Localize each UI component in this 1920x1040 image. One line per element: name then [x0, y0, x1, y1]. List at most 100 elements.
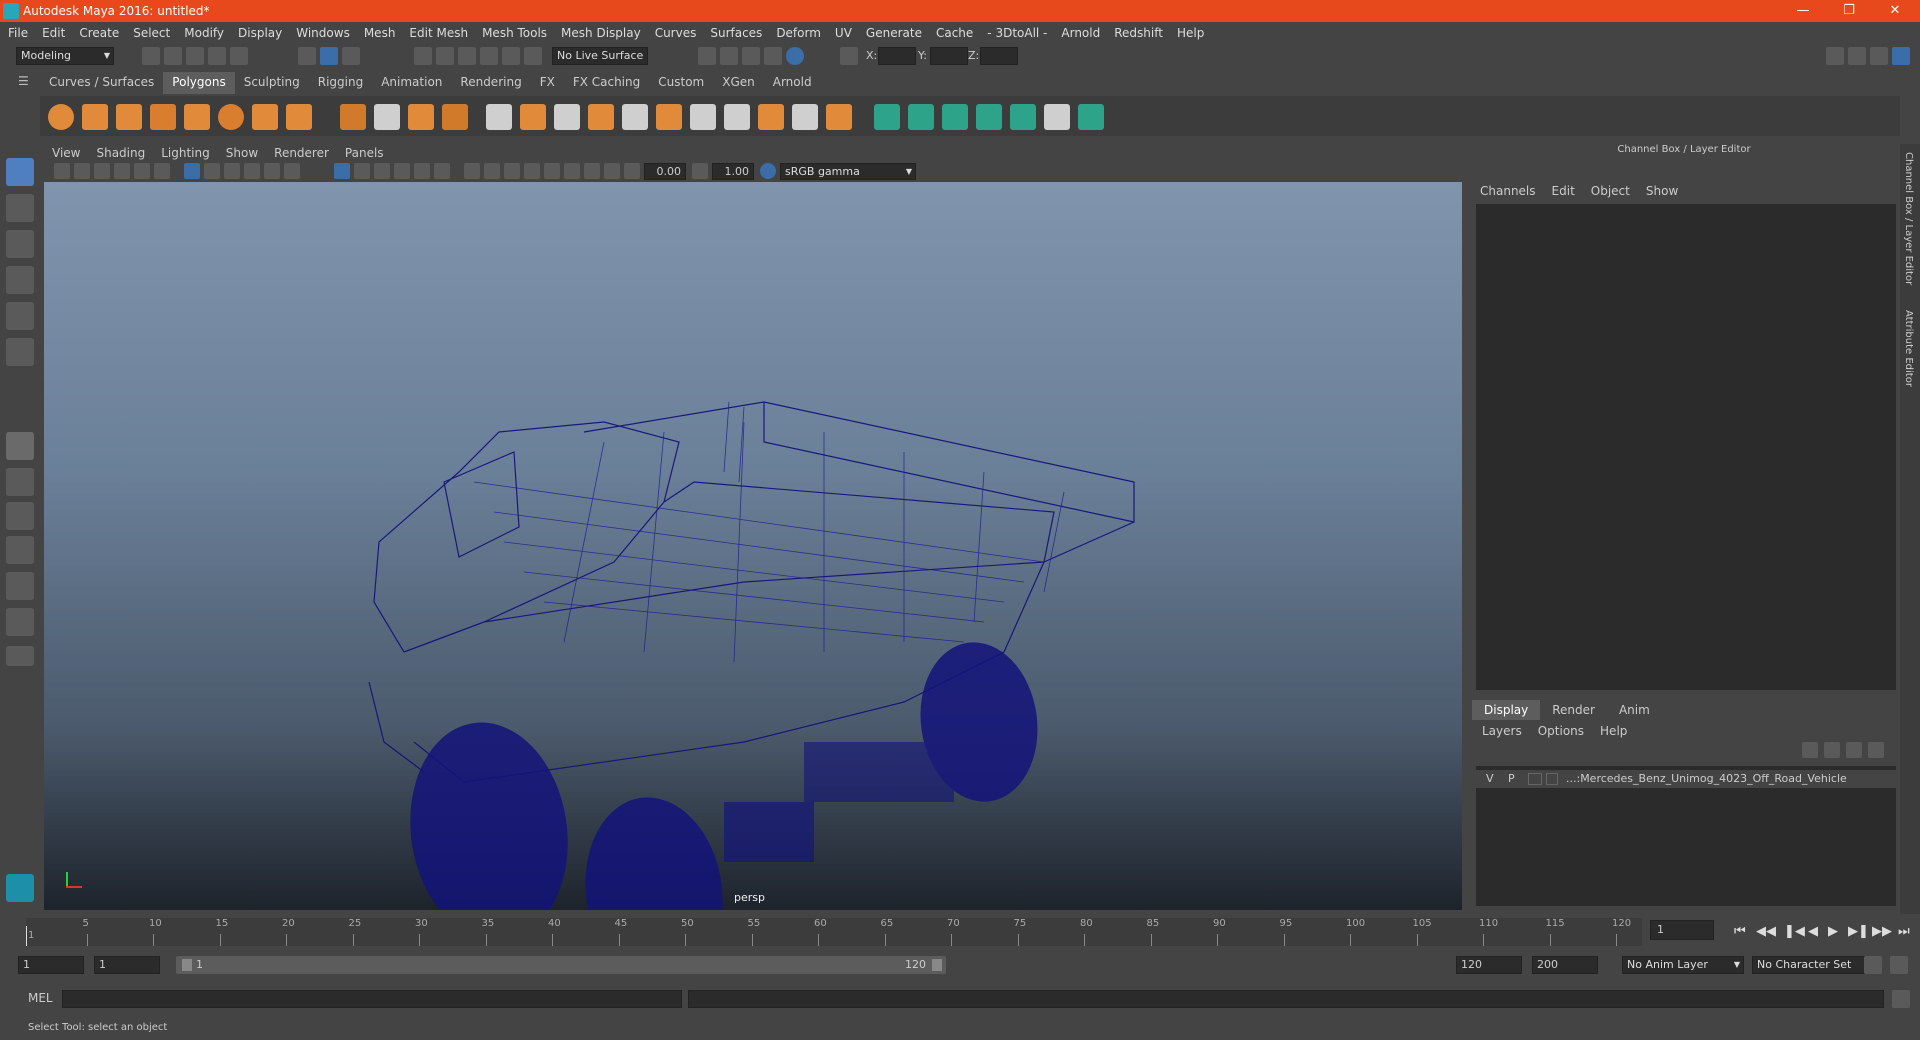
save-scene-icon[interactable]	[186, 47, 204, 65]
merge-icon[interactable]	[826, 104, 852, 130]
fill-hole-icon[interactable]	[792, 104, 818, 130]
render-frame-icon[interactable]	[720, 47, 738, 65]
extract-icon[interactable]	[520, 104, 546, 130]
gamma-field[interactable]: 1.00	[712, 163, 754, 180]
offset-edge-loop-icon[interactable]	[724, 104, 750, 130]
move-layer-up-icon[interactable]	[1802, 742, 1818, 758]
use-all-lights-icon[interactable]	[414, 163, 430, 179]
uv-editor-icon[interactable]	[1010, 104, 1036, 130]
attribute-editor-toggle-icon[interactable]	[1848, 47, 1866, 65]
mode-dropdown[interactable]: Modeling ▼	[16, 47, 114, 65]
snap-point-icon[interactable]	[458, 47, 476, 65]
layout-options-icon[interactable]	[6, 646, 34, 666]
layer-menu-layers[interactable]: Layers	[1482, 724, 1522, 738]
menu-redshift[interactable]: Redshift	[1114, 26, 1163, 40]
menu-modify[interactable]: Modify	[184, 26, 224, 40]
shelf-tab-rendering[interactable]: Rendering	[451, 72, 530, 94]
screen-space-ao-icon[interactable]	[464, 163, 480, 179]
menu-select[interactable]: Select	[133, 26, 170, 40]
layer-name[interactable]: ...:Mercedes_Benz_Unimog_4023_Off_Road_V…	[1566, 770, 1847, 788]
spherical-mapping-icon[interactable]	[942, 104, 968, 130]
film-gate-icon[interactable]	[204, 163, 220, 179]
layer-visibility-toggle[interactable]: V	[1486, 770, 1494, 788]
hypershade-icon[interactable]	[786, 47, 804, 65]
layer-tab-anim[interactable]: Anim	[1607, 700, 1662, 720]
select-hierarchy-icon[interactable]	[298, 47, 316, 65]
exposure-icon[interactable]	[624, 163, 640, 179]
move-layer-down-icon[interactable]	[1824, 742, 1840, 758]
step-forward-frame-icon[interactable]: ▶❚	[1848, 924, 1869, 939]
layer-tab-display[interactable]: Display	[1472, 700, 1541, 720]
layer-playback-toggle[interactable]: P	[1508, 770, 1515, 788]
viewport-menu-view[interactable]: View	[52, 146, 80, 160]
exposure-field[interactable]: 0.00	[644, 163, 686, 180]
step-back-frame-icon[interactable]: ❚◀	[1784, 924, 1805, 939]
live-surface-field[interactable]: No Live Surface	[552, 47, 648, 65]
menu-3dtoall[interactable]: - 3DtoAll -	[987, 26, 1047, 40]
snap-view-icon[interactable]	[480, 47, 498, 65]
menu-windows[interactable]: Windows	[296, 26, 350, 40]
four-view-layout-icon[interactable]	[6, 468, 34, 496]
channel-box-toggle-icon[interactable]	[1892, 47, 1910, 65]
field-chart-icon[interactable]	[264, 163, 280, 179]
character-set-dropdown[interactable]: No Character Set▼	[1752, 956, 1874, 974]
persp-outliner-layout-icon[interactable]	[6, 502, 34, 530]
snap-curve-icon[interactable]	[436, 47, 454, 65]
boolean-icon[interactable]	[442, 104, 468, 130]
menu-uv[interactable]: UV	[835, 26, 852, 40]
wireframe-on-shaded-icon[interactable]	[374, 163, 390, 179]
redo-icon[interactable]	[230, 47, 248, 65]
channel-box-menu-show[interactable]: Show	[1646, 184, 1678, 198]
z-field[interactable]	[980, 47, 1018, 65]
cut-uv-icon[interactable]	[1078, 104, 1104, 130]
anim-layer-dropdown[interactable]: No Anim Layer ▼	[1622, 956, 1744, 974]
viewport-menu-panels[interactable]: Panels	[345, 146, 384, 160]
step-back-key-icon[interactable]: ◀◀	[1756, 924, 1776, 939]
channel-box-menu-object[interactable]: Object	[1591, 184, 1630, 198]
render-view-icon[interactable]	[698, 47, 716, 65]
y-field[interactable]	[930, 47, 968, 65]
grease-pencil-icon[interactable]	[154, 163, 170, 179]
menu-arnold[interactable]: Arnold	[1061, 26, 1100, 40]
shelf-tab-fx-caching[interactable]: FX Caching	[564, 72, 649, 94]
persp-hypershade-layout-icon[interactable]	[6, 572, 34, 600]
menu-mesh[interactable]: Mesh	[364, 26, 396, 40]
checker-map-icon[interactable]	[1044, 104, 1070, 130]
shelf-menu-icon[interactable]: ☰	[18, 74, 32, 88]
viewport-menu-renderer[interactable]: Renderer	[274, 146, 329, 160]
poly-torus-icon[interactable]	[218, 104, 244, 130]
range-slider[interactable]: 1 120	[176, 956, 946, 974]
smooth-icon[interactable]	[408, 104, 434, 130]
viewport-menu-lighting[interactable]: Lighting	[161, 146, 210, 160]
bevel-icon[interactable]	[656, 104, 682, 130]
channel-box-menu-edit[interactable]: Edit	[1552, 184, 1575, 198]
poly-cone-icon[interactable]	[150, 104, 176, 130]
view-transform-dropdown[interactable]: sRGB gamma ▼	[780, 163, 916, 180]
command-language-label[interactable]: MEL	[28, 991, 53, 1005]
step-forward-key-icon[interactable]: ▶▶	[1872, 924, 1892, 939]
bookmark-icon[interactable]	[94, 163, 110, 179]
layer-row[interactable]: V P ...:Mercedes_Benz_Unimog_4023_Off_Ro…	[1476, 770, 1896, 788]
time-slider[interactable]: 1 5 10 15 20 25 30 35 40 45 50 55 60 65 70 75 80 85 90 95 1…	[26, 918, 1642, 946]
menu-edit-mesh[interactable]: Edit Mesh	[409, 26, 468, 40]
append-polygon-icon[interactable]	[758, 104, 784, 130]
poly-plane-icon[interactable]	[184, 104, 210, 130]
menu-create[interactable]: Create	[79, 26, 119, 40]
xray-icon[interactable]	[564, 163, 580, 179]
menu-curves[interactable]: Curves	[655, 26, 697, 40]
cylindrical-mapping-icon[interactable]	[908, 104, 934, 130]
viewport-menu-show[interactable]: Show	[226, 146, 258, 160]
current-time-indicator[interactable]	[26, 926, 27, 946]
grid-icon[interactable]	[184, 163, 200, 179]
image-plane-icon[interactable]	[114, 163, 130, 179]
mirror-icon[interactable]	[486, 104, 512, 130]
animation-preferences-icon[interactable]	[1890, 956, 1908, 974]
persp-graph-layout-icon[interactable]	[6, 536, 34, 564]
poly-pyramid-icon[interactable]	[252, 104, 278, 130]
shelf-tab-fx[interactable]: FX	[531, 72, 564, 94]
isolate-select-icon[interactable]	[544, 163, 560, 179]
textured-icon[interactable]	[394, 163, 410, 179]
side-tab-attribute-editor[interactable]: Attribute Editor	[1903, 310, 1914, 387]
shelf-tab-rigging[interactable]: Rigging	[309, 72, 372, 94]
outliner-persp-layout-icon[interactable]	[6, 608, 34, 636]
